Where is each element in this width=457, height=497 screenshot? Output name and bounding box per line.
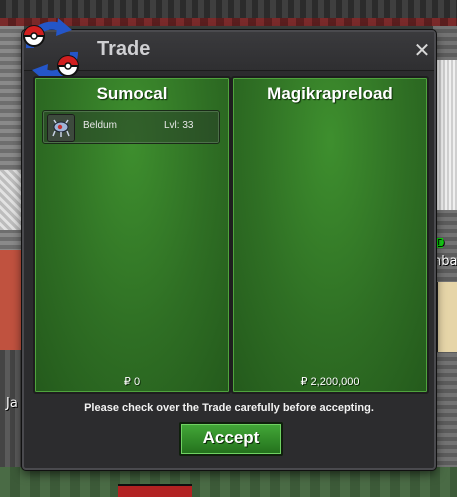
beldum-icon [47, 114, 75, 142]
money-offer-partner: ₽ 2,200,000 [300, 376, 360, 388]
accept-button[interactable]: Accept [179, 422, 283, 456]
npc-sprite [436, 282, 457, 352]
trade-panel-partner: Magikrapreload ₽ 2,200,000 [231, 76, 429, 394]
trade-window: Trade ✕ Sumocal Beldum Lvl: 33 ₽ 0 Magik… [22, 18, 436, 470]
close-button[interactable]: ✕ [412, 40, 432, 60]
background-npc-name: nba [433, 254, 457, 269]
trade-panel-self: Sumocal Beldum Lvl: 33 ₽ 0 [33, 76, 231, 394]
money-offer-self: ₽ 0 [123, 376, 141, 388]
pokemon-level: Lvl: 33 [164, 120, 194, 131]
background-left-roof [0, 250, 24, 350]
background-grass [0, 467, 457, 497]
background-player-name: Ja [6, 396, 18, 411]
background-left-wall [0, 170, 24, 230]
pokemon-slot[interactable]: Beldum Lvl: 33 [42, 110, 220, 144]
background-guild-tag: D [436, 236, 445, 249]
pokemon-name: Beldum [83, 120, 117, 131]
window-title: Trade [97, 38, 151, 60]
background-right-wall [433, 60, 457, 210]
trade-notice: Please check over the Trade carefully be… [84, 402, 374, 414]
player-name-partner: Magikrapreload [267, 84, 393, 103]
player-name-self: Sumocal [96, 84, 168, 103]
player-sprite [118, 484, 192, 497]
